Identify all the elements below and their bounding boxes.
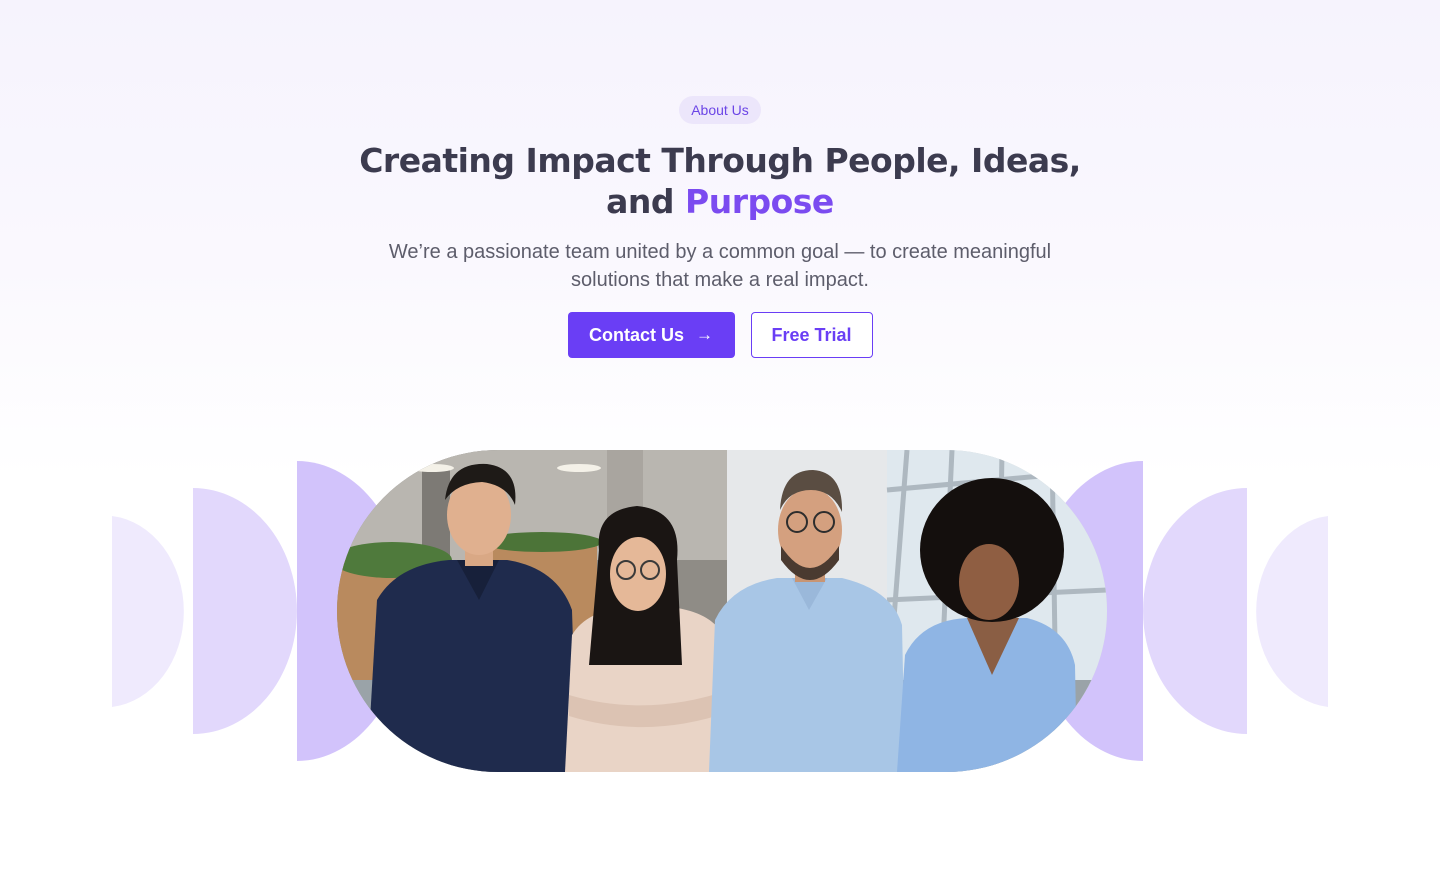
hero-subtitle: We’re a passionate team united by a comm…: [388, 241, 1052, 291]
contact-button-label: Contact Us: [588, 324, 684, 345]
trial-button-label: Free Trial: [771, 324, 852, 345]
free-trial-button[interactable]: Free Trial: [750, 312, 873, 358]
title-accent: Purpose: [685, 182, 834, 221]
contact-us-button[interactable]: Contact Us →: [567, 312, 735, 358]
decor-left-outer: [112, 516, 184, 707]
badge-label: About Us: [691, 102, 749, 118]
decor-right-middle: [1143, 488, 1247, 734]
arrow-right-icon: →: [696, 325, 713, 344]
page-title: Creating Impact Through People, Ideas, a…: [340, 140, 1100, 222]
team-photo-illustration: [337, 450, 1107, 772]
hero-actions: Contact Us → Free Trial: [567, 312, 873, 358]
decor-right-outer: [1256, 516, 1328, 707]
section-badge: About Us: [679, 96, 761, 124]
hero-section: About Us Creating Impact Through People,…: [0, 0, 1440, 358]
team-photo: [337, 450, 1107, 772]
decor-left-middle: [193, 488, 297, 734]
